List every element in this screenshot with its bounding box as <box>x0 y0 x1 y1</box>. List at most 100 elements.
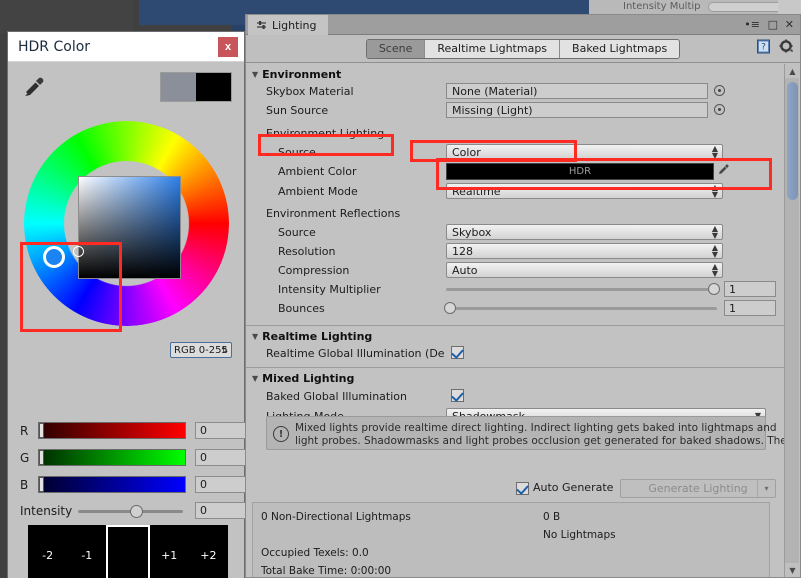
chevron-down-icon: ▼ <box>252 70 259 79</box>
bg-ghost-label-intensity: Intensity Multip <box>623 1 701 12</box>
object-picker-icon-sun[interactable] <box>714 104 725 115</box>
dropdown-refl-compression-value: Auto <box>452 263 478 277</box>
background-scene-view <box>0 0 133 33</box>
eyedropper-icon[interactable] <box>717 163 730 177</box>
lighting-window: Lighting •≡ □ ✕ Scene Realtime Lightmaps… <box>245 14 801 578</box>
lighting-toolbar: Scene Realtime Lightmaps Baked Lightmaps… <box>246 35 800 63</box>
label-ambient-color: Ambient Color <box>278 165 357 178</box>
label-auto-generate: Auto Generate <box>533 481 614 494</box>
mixed-info-line-2: light probes. Shadowmasks and light prob… <box>295 435 787 447</box>
label-refl-resolution: Resolution <box>278 245 336 258</box>
value-bounces[interactable]: 1 <box>724 300 776 316</box>
color-wheel[interactable] <box>16 118 236 338</box>
chevron-down-icon[interactable]: ▾ <box>757 480 775 497</box>
help-icon[interactable]: ? <box>756 39 771 54</box>
channel-knob-r[interactable] <box>39 423 44 438</box>
sv-marker-icon[interactable] <box>73 246 84 257</box>
channel-knob-g[interactable] <box>39 450 44 465</box>
hue-marker-icon[interactable] <box>43 246 65 268</box>
dropdown-refl-resolution-value: 128 <box>452 244 473 258</box>
divider-1 <box>246 325 784 326</box>
section-realtime-lighting[interactable]: ▼ Realtime Lighting <box>252 330 372 343</box>
intensity-row: Intensity 0 <box>20 502 250 520</box>
checkbox-auto-generate[interactable] <box>516 482 529 495</box>
exposure-presets-strip[interactable]: -2 -1 +1 +2 <box>28 525 229 578</box>
channel-label-b: B <box>20 478 29 492</box>
field-sun-source[interactable]: Missing (Light) <box>446 102 708 118</box>
hdr-color-titlebar: HDR Color x <box>8 32 244 62</box>
checkbox-realtime-gi[interactable] <box>451 346 464 359</box>
channel-row-r: R 0 <box>20 422 250 440</box>
dropdown-refl-compression[interactable]: Auto ▲ ▼ <box>446 262 723 278</box>
intensity-value[interactable]: 0 <box>195 502 250 519</box>
lighting-scrollbar[interactable]: ▲ ▼ <box>784 64 800 577</box>
maximize-icon[interactable]: □ <box>768 18 778 31</box>
generate-lighting-label: Generate Lighting <box>648 482 748 495</box>
close-icon[interactable]: x <box>218 37 238 57</box>
preset-minus-1[interactable]: -1 <box>67 525 107 578</box>
object-picker-icon-skybox[interactable] <box>714 85 725 96</box>
intensity-label: Intensity <box>20 504 73 518</box>
gear-icon[interactable] <box>779 39 794 54</box>
lighting-mode-tabs: Scene Realtime Lightmaps Baked Lightmaps <box>365 38 681 59</box>
color-compare-swatch[interactable] <box>160 72 232 102</box>
saturation-value-square[interactable] <box>78 176 181 279</box>
scrollbar-thumb[interactable] <box>787 82 798 200</box>
intensity-slider-knob[interactable] <box>130 505 143 518</box>
preset-current[interactable] <box>106 525 150 578</box>
label-skybox-material: Skybox Material <box>266 85 354 98</box>
slider-bounces[interactable] <box>446 307 717 310</box>
chevron-down-icon: ▼ <box>252 374 259 383</box>
channel-value-g[interactable]: 0 <box>195 449 250 466</box>
lighting-stats-box: 0 Non-Directional Lightmaps 0 B No Light… <box>252 502 770 577</box>
svg-text:?: ? <box>761 43 766 53</box>
chevron-updown-icon: ⇅ <box>221 345 228 355</box>
channel-knob-b[interactable] <box>39 477 44 492</box>
channel-slider-g[interactable] <box>38 449 186 466</box>
dropdown-refl-source-value: Skybox <box>452 225 492 239</box>
chevron-updown-icon: ▲ ▼ <box>711 243 718 259</box>
tab-baked-lightmaps[interactable]: Baked Lightmaps <box>560 39 680 58</box>
color-mode-dropdown[interactable]: RGB 0-255 ⇅ <box>170 342 232 358</box>
tab-scene[interactable]: Scene <box>366 39 426 58</box>
label-realtime-gi: Realtime Global Illumination (De <box>266 347 445 360</box>
label-baked-gi: Baked Global Illumination <box>266 390 407 403</box>
preset-plus-1[interactable]: +1 <box>149 525 189 578</box>
preset-minus-2[interactable]: -2 <box>28 525 68 578</box>
dropdown-env-lighting-source[interactable]: Color ▲ ▼ <box>446 144 723 160</box>
channel-value-b[interactable]: 0 <box>195 476 250 493</box>
panel-menu-icon[interactable]: •≡ <box>744 18 760 31</box>
chevron-updown-icon: ▲ ▼ <box>711 144 718 160</box>
generate-lighting-button[interactable]: Generate Lighting ▾ <box>620 479 776 498</box>
preset-plus-2[interactable]: +2 <box>188 525 229 578</box>
chevron-down-icon: ▼ <box>252 332 259 341</box>
section-mixed-lighting-label: Mixed Lighting <box>262 372 355 385</box>
slider-knob-bounces[interactable] <box>444 302 456 314</box>
dropdown-refl-source[interactable]: Skybox ▲ ▼ <box>446 224 723 240</box>
scroll-down-icon[interactable]: ▼ <box>785 563 800 577</box>
tab-realtime-lightmaps[interactable]: Realtime Lightmaps <box>425 39 561 58</box>
stat-occupied-texels: Occupied Texels: 0.0 <box>261 547 369 559</box>
label-intensity-multiplier: Intensity Multiplier <box>278 283 381 296</box>
dropdown-refl-resolution[interactable]: 128 ▲ ▼ <box>446 243 723 259</box>
section-environment[interactable]: ▼ Environment <box>252 68 341 81</box>
tab-lighting[interactable]: Lighting <box>248 15 329 35</box>
field-ambient-color[interactable]: HDR <box>446 163 714 180</box>
label-bounces: Bounces <box>278 302 325 315</box>
eyedropper-icon[interactable] <box>20 74 46 100</box>
close-icon[interactable]: ✕ <box>785 18 794 31</box>
scroll-up-icon[interactable]: ▲ <box>785 64 800 78</box>
field-skybox-material[interactable]: None (Material) <box>446 83 708 99</box>
channel-row-g: G 0 <box>20 449 250 467</box>
value-intensity-multiplier[interactable]: 1 <box>724 281 776 297</box>
channel-label-r: R <box>20 424 29 438</box>
dropdown-ambient-mode[interactable]: Realtime ▲ ▼ <box>446 183 723 199</box>
channel-slider-b[interactable] <box>38 476 186 493</box>
channel-value-r[interactable]: 0 <box>195 422 250 439</box>
checkbox-baked-gi[interactable] <box>451 389 464 402</box>
slider-knob-intensity-multiplier[interactable] <box>708 283 720 295</box>
slider-intensity-multiplier[interactable] <box>446 288 717 291</box>
channel-slider-r[interactable] <box>38 422 186 439</box>
divider-2 <box>246 367 784 368</box>
section-mixed-lighting[interactable]: ▼ Mixed Lighting <box>252 372 354 385</box>
